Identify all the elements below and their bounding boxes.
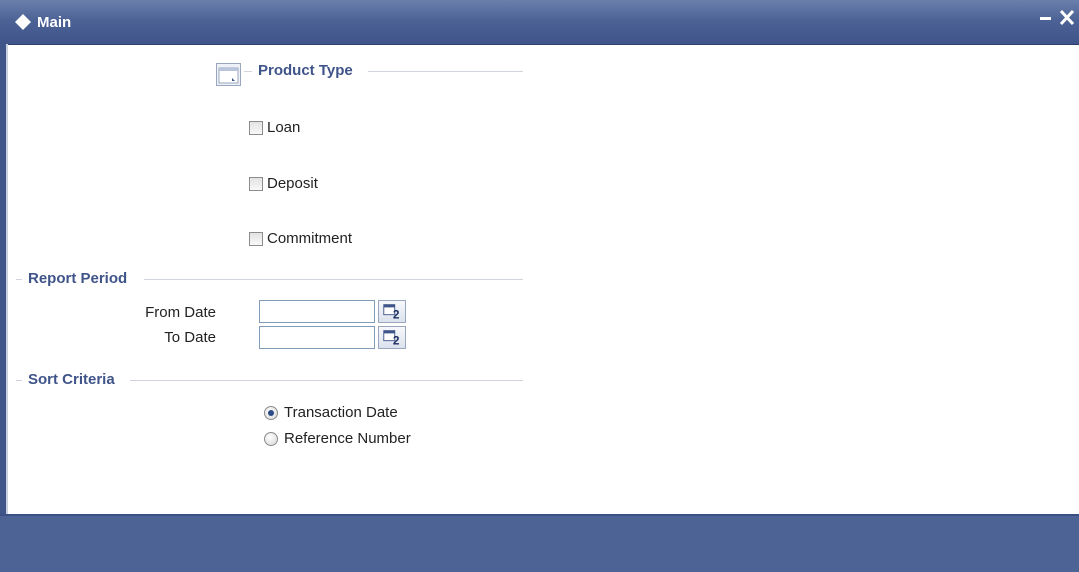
report-period-divider-left [16, 279, 22, 280]
to-date-label: To Date [164, 329, 216, 346]
title-bar[interactable]: Main [0, 0, 1079, 45]
window-title: Main [37, 14, 72, 31]
transaction-date-label: Transaction Date [284, 404, 398, 421]
product-type-divider [368, 71, 523, 72]
commitment-label: Commitment [267, 230, 353, 247]
diamond-icon [15, 14, 31, 30]
sort-criteria-divider-left [16, 380, 22, 381]
form-icon[interactable] [216, 63, 241, 86]
from-date-input[interactable] [259, 300, 375, 323]
loan-checkbox[interactable] [249, 121, 263, 135]
svg-text:2: 2 [393, 333, 400, 347]
report-period-title: Report Period [28, 270, 128, 287]
footer-bar [0, 514, 1079, 572]
radio-row-reference-number[interactable]: Reference Number [264, 429, 411, 449]
close-icon[interactable] [1058, 7, 1076, 29]
checkbox-row-commitment[interactable]: Commitment [249, 229, 352, 249]
checkbox-row-loan[interactable]: Loan [249, 118, 300, 138]
to-date-calendar-icon[interactable]: 2 [378, 326, 406, 349]
from-date-calendar-icon[interactable]: 2 [378, 300, 406, 323]
checkbox-row-deposit[interactable]: Deposit [249, 174, 318, 194]
reference-number-radio[interactable] [264, 432, 278, 446]
deposit-label: Deposit [267, 175, 318, 192]
sort-criteria-divider [130, 380, 523, 381]
from-date-label: From Date [145, 304, 216, 321]
report-period-divider [144, 279, 523, 280]
loan-label: Loan [267, 119, 301, 136]
transaction-date-radio[interactable] [264, 406, 278, 420]
main-window: Main Product Type Loan Deposit Commitmen… [0, 0, 1079, 572]
commitment-checkbox[interactable] [249, 232, 263, 246]
radio-row-transaction-date[interactable]: Transaction Date [264, 403, 398, 423]
deposit-checkbox[interactable] [249, 177, 263, 191]
product-type-divider-left [244, 71, 252, 72]
to-date-input[interactable] [259, 326, 375, 349]
reference-number-label: Reference Number [284, 430, 411, 447]
minimize-icon[interactable] [1040, 17, 1051, 20]
window-left-border [0, 44, 8, 514]
sort-criteria-title: Sort Criteria [28, 371, 115, 388]
svg-text:2: 2 [393, 307, 400, 321]
product-type-title: Product Type [258, 62, 353, 79]
